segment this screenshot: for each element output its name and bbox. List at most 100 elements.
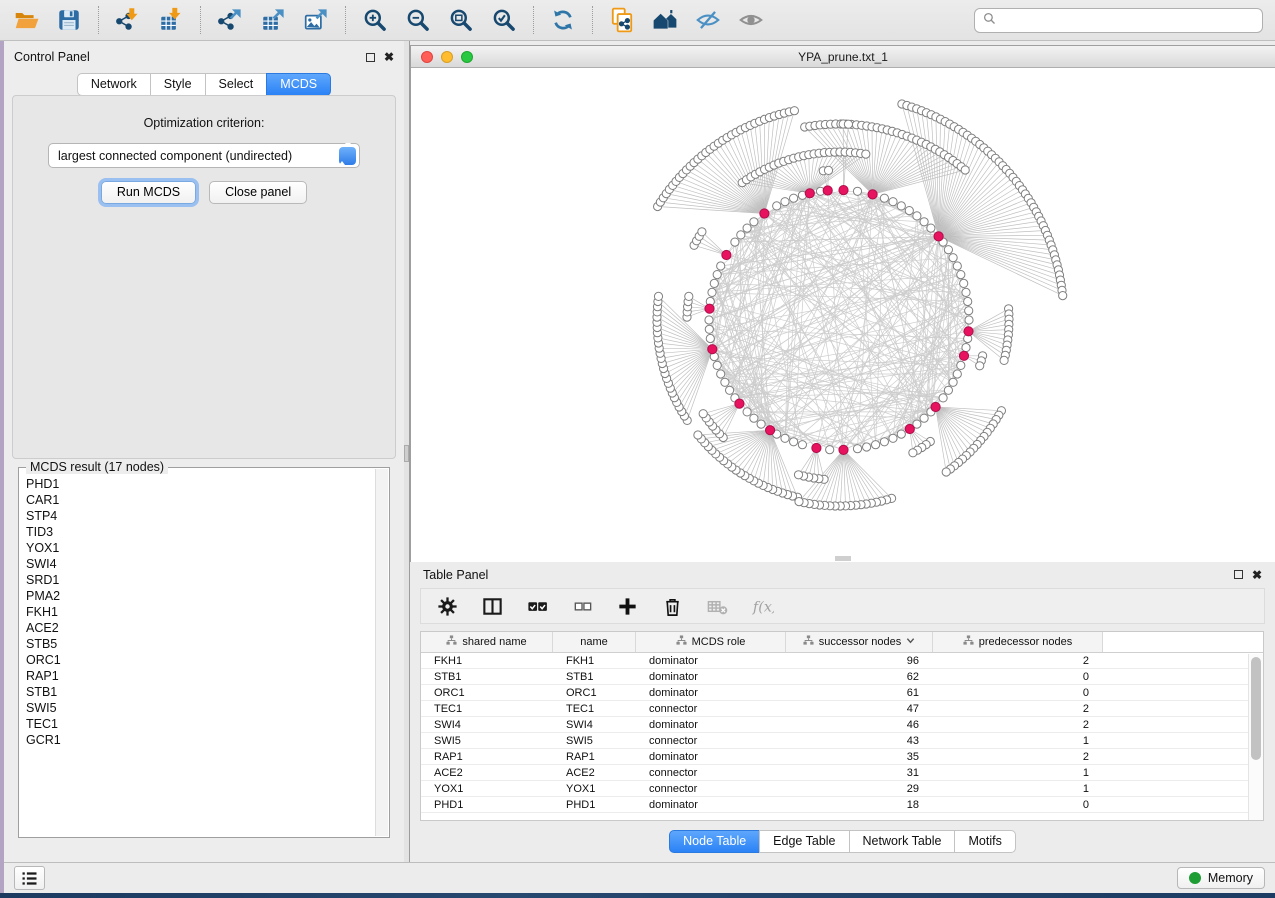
column-header-predecessor-nodes[interactable]: predecessor nodes [933, 632, 1103, 652]
horizontal-splitter-handle[interactable] [835, 556, 851, 561]
tab-mcds[interactable]: MCDS [266, 73, 331, 96]
tab-style[interactable]: Style [150, 73, 206, 96]
mcds-result-list: PHD1CAR1STP4TID3YOX1SWI4SRD1PMA2FKH1ACE2… [20, 470, 374, 836]
column-header-MCDS-role[interactable]: MCDS role [636, 632, 786, 652]
mcds-result-item[interactable]: TID3 [26, 524, 374, 540]
close-table-panel-icon[interactable]: ✖ [1252, 569, 1262, 581]
minimize-window-button[interactable] [441, 51, 453, 63]
table-row[interactable]: PHD1PHD1dominator180 [421, 797, 1263, 813]
table-row[interactable]: ORC1ORC1dominator610 [421, 685, 1263, 701]
mcds-result-scrollbar[interactable] [375, 469, 388, 836]
mcds-result-item[interactable]: YOX1 [26, 540, 374, 556]
table-scrollbar-thumb[interactable] [1251, 657, 1261, 760]
mcds-result-item[interactable]: STB1 [26, 684, 374, 700]
column-label: name [580, 636, 608, 648]
export-image-icon[interactable] [302, 6, 330, 34]
table-row[interactable]: RAP1RAP1dominator352 [421, 749, 1263, 765]
column-header-successor-nodes[interactable]: successor nodes [786, 632, 933, 652]
svg-text:f(x): f(x) [751, 599, 773, 615]
mcds-result-item[interactable]: SWI4 [26, 556, 374, 572]
split-columns-icon[interactable] [479, 593, 505, 619]
zoom-fit-icon[interactable] [447, 6, 475, 34]
refresh-icon[interactable] [549, 6, 577, 34]
close-window-button[interactable] [421, 51, 433, 63]
table-cell: TEC1 [421, 703, 553, 715]
gear-icon[interactable] [434, 593, 460, 619]
table-row[interactable]: SWI5SWI5connector431 [421, 733, 1263, 749]
mcds-result-item[interactable]: TEC1 [26, 716, 374, 732]
table-scrollbar[interactable] [1248, 654, 1263, 820]
mcds-result-item[interactable]: PHD1 [26, 476, 374, 492]
table-row[interactable]: FKH1FKH1dominator962 [421, 653, 1263, 669]
mcds-result-item[interactable]: CAR1 [26, 492, 374, 508]
column-header-shared-name[interactable]: shared name [421, 632, 553, 652]
clone-network-icon[interactable] [608, 6, 636, 34]
float-table-panel-icon[interactable] [1234, 570, 1243, 579]
zoom-in-icon[interactable] [361, 6, 389, 34]
mcds-result-item[interactable]: SRD1 [26, 572, 374, 588]
mcds-result-item[interactable]: ORC1 [26, 652, 374, 668]
search-field[interactable] [974, 8, 1263, 33]
task-history-button[interactable] [14, 866, 45, 890]
column-header-filler [1103, 632, 1263, 652]
table-row[interactable]: STB1STB1dominator620 [421, 669, 1263, 685]
zoom-out-icon[interactable] [404, 6, 432, 34]
mcds-result-item[interactable]: FKH1 [26, 604, 374, 620]
tab-select[interactable]: Select [205, 73, 268, 96]
memory-button[interactable]: Memory [1177, 867, 1265, 889]
mcds-result-item[interactable]: PMA2 [26, 588, 374, 604]
network-canvas[interactable] [411, 68, 1275, 562]
float-panel-icon[interactable] [366, 53, 375, 62]
column-header-name[interactable]: name [553, 632, 636, 652]
open-folder-icon[interactable] [12, 6, 40, 34]
tab-network-table[interactable]: Network Table [849, 830, 956, 853]
run-mcds-button[interactable]: Run MCDS [101, 181, 196, 204]
deselect-all-icon[interactable] [569, 593, 595, 619]
optimization-criterion-label: Optimization criterion: [13, 116, 395, 130]
control-panel-title: Control Panel [14, 50, 90, 64]
table-cell: 96 [786, 655, 933, 667]
import-table-icon[interactable] [157, 6, 185, 34]
select-all-icon[interactable] [524, 593, 550, 619]
mcds-result-item[interactable]: ACE2 [26, 620, 374, 636]
mcds-result-item[interactable]: RAP1 [26, 668, 374, 684]
network-overview-icon[interactable] [651, 6, 679, 34]
mcds-result-item[interactable]: SWI5 [26, 700, 374, 716]
maximize-window-button[interactable] [461, 51, 473, 63]
main-toolbar [0, 0, 1275, 41]
table-cell: ACE2 [553, 767, 636, 779]
table-cell: SWI4 [553, 719, 636, 731]
close-panel-icon[interactable]: ✖ [384, 51, 394, 63]
table-row[interactable]: TEC1TEC1connector472 [421, 701, 1263, 717]
tab-node-table[interactable]: Node Table [669, 830, 760, 853]
toolbar-separator [345, 6, 346, 34]
save-icon[interactable] [55, 6, 83, 34]
close-panel-button[interactable]: Close panel [209, 181, 307, 204]
memory-button-label: Memory [1208, 871, 1253, 885]
delete-icon[interactable] [659, 593, 685, 619]
table-row[interactable]: SWI4SWI4dominator462 [421, 717, 1263, 733]
mcds-result-item[interactable]: GCR1 [26, 732, 374, 748]
tab-edge-table[interactable]: Edge Table [759, 830, 849, 853]
add-icon[interactable] [614, 593, 640, 619]
mcds-result-item[interactable]: STP4 [26, 508, 374, 524]
table-cell: dominator [636, 799, 786, 811]
show-graphics-details-icon[interactable] [737, 6, 765, 34]
tab-motifs[interactable]: Motifs [954, 830, 1015, 853]
table-panel: Table Panel ✖ f(x) shared namenameMCDS r… [410, 562, 1275, 862]
control-panel: Control Panel ✖ NetworkStyleSelectMCDS O… [4, 41, 404, 862]
tab-network[interactable]: Network [77, 73, 151, 96]
search-input[interactable] [1002, 12, 1254, 28]
table-row[interactable]: ACE2ACE2connector311 [421, 765, 1263, 781]
criterion-select[interactable]: largest connected component (undirected) [48, 143, 360, 168]
mcds-result-item[interactable]: STB5 [26, 636, 374, 652]
zoom-selected-icon[interactable] [490, 6, 518, 34]
import-network-icon[interactable] [114, 6, 142, 34]
clear-table-icon [704, 593, 730, 619]
table-row[interactable]: YOX1YOX1connector291 [421, 781, 1263, 797]
export-network-icon[interactable] [216, 6, 244, 34]
table-cell: PHD1 [421, 799, 553, 811]
splitter-handle[interactable] [404, 445, 409, 462]
export-table-icon[interactable] [259, 6, 287, 34]
hide-graphics-details-icon[interactable] [694, 6, 722, 34]
